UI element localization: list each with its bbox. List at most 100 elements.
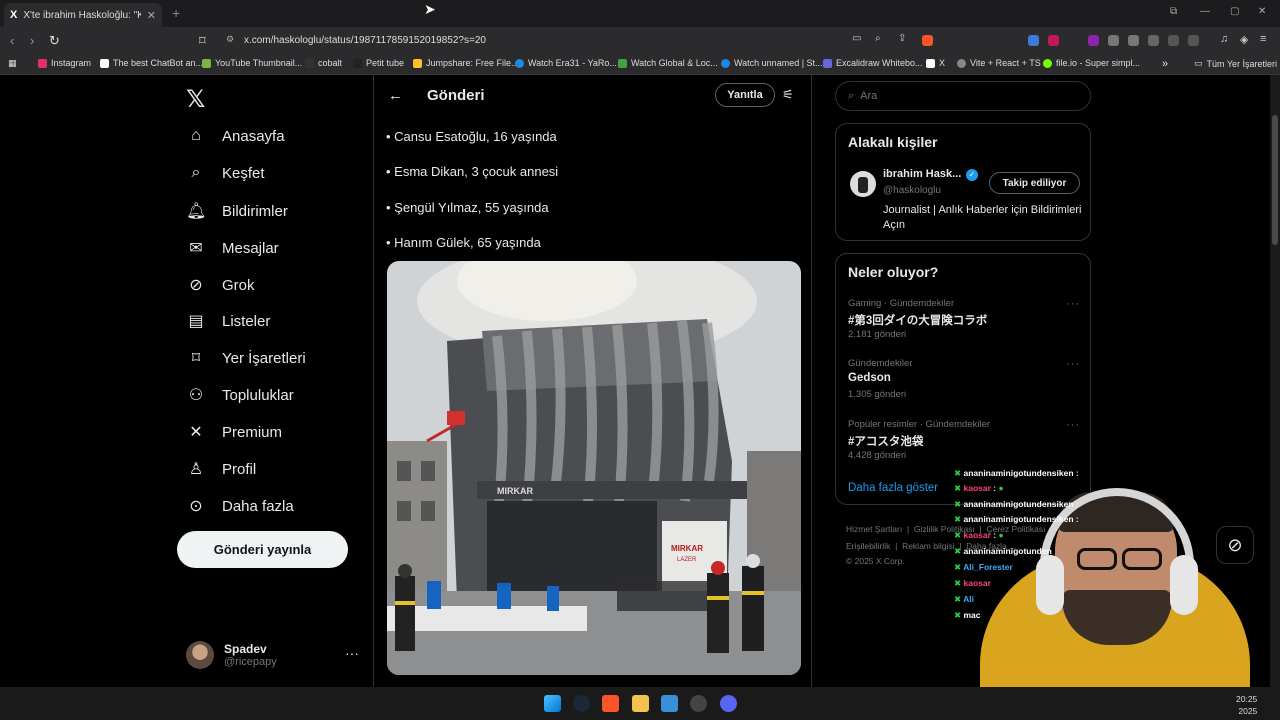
site-info-icon[interactable]: ⚙: [226, 34, 234, 45]
obs-icon[interactable]: [690, 695, 707, 712]
extension-icon-6[interactable]: [1148, 35, 1159, 46]
bookmark-item[interactable]: Vite + React + TS: [957, 58, 1041, 68]
x-logo-icon[interactable]: 𝕏: [186, 85, 205, 114]
windows-start-icon[interactable]: [544, 695, 561, 712]
photos-icon[interactable]: [661, 695, 678, 712]
settings-sliders-icon[interactable]: ⚟: [782, 87, 794, 103]
menu-icon[interactable]: ≡: [1260, 33, 1266, 45]
bookmark-item[interactable]: file.io - Super simpl...: [1043, 58, 1140, 68]
minimize-button[interactable]: —: [1200, 6, 1210, 17]
os-taskbar: 20:25 2025: [0, 687, 1280, 720]
extension-icon-2[interactable]: [1048, 35, 1059, 46]
bookmark-item[interactable]: The best ChatBot an...: [100, 58, 203, 68]
trend-more-icon[interactable]: ···: [1066, 358, 1080, 370]
reload-icon[interactable]: ↻: [49, 33, 60, 49]
back-nav-icon[interactable]: ‹: [10, 33, 14, 48]
nav-explore[interactable]: ⌕ Keşfet: [186, 164, 265, 182]
bookmark-item[interactable]: Watch Era31 - YaRo...: [515, 58, 617, 68]
discord-icon[interactable]: [720, 695, 737, 712]
zoom-icon[interactable]: ⌕: [875, 33, 881, 44]
trend-more-icon[interactable]: ···: [1066, 298, 1080, 310]
extensions-icon[interactable]: ⧉: [1170, 6, 1177, 17]
system-clock[interactable]: 20:25 2025: [1236, 693, 1257, 717]
page-scrollbar[interactable]: [1270, 75, 1280, 687]
bookmark-item[interactable]: YouTube Thumbnail...: [202, 58, 302, 68]
bookmark-item[interactable]: Excalidraw Whitebo...: [823, 58, 923, 68]
bookmark-item[interactable]: cobalt: [305, 58, 342, 68]
following-button[interactable]: Takip ediliyor: [989, 172, 1080, 194]
brave-browser-icon[interactable]: [602, 695, 619, 712]
trend-name[interactable]: #第3回ダイの大冒険コラボ: [848, 312, 987, 328]
vpn-icon[interactable]: ◈: [1240, 33, 1248, 46]
browser-tab-bar: X X'te ibrahim Haskoloğlu: "Kocae ✕ + ⧉ …: [0, 0, 1280, 27]
account-switcher[interactable]: Spadev @ricepapy: [186, 641, 277, 669]
show-more-link[interactable]: Daha fazla göster: [848, 482, 938, 494]
bookmark-item[interactable]: X: [926, 58, 945, 68]
bookmark-item[interactable]: Watch Global & Loc...: [618, 58, 718, 68]
nav-label: Bildirimler: [222, 202, 288, 220]
new-tab-button[interactable]: +: [172, 5, 180, 21]
close-tab-icon[interactable]: ✕: [147, 9, 156, 22]
cast-icon[interactable]: ▭: [852, 33, 861, 44]
post-photo[interactable]: MIRKAR MIRKAR LAZER: [387, 261, 801, 675]
steam-icon[interactable]: [573, 695, 590, 712]
scroll-thumb[interactable]: [1272, 115, 1278, 245]
bookmark-item[interactable]: Jumpshare: Free File...: [413, 58, 519, 68]
maximize-button[interactable]: ▢: [1230, 6, 1239, 17]
extension-icon-1[interactable]: [1028, 35, 1039, 46]
nav-home[interactable]: ⌂ Anasayfa: [186, 127, 284, 145]
trend-more-icon[interactable]: ···: [1066, 419, 1080, 431]
bookmark-item[interactable]: Instagram: [38, 58, 91, 68]
sidebar-icon[interactable]: [1188, 35, 1199, 46]
bookmark-label: Watch unnamed | St...: [734, 58, 823, 68]
browser-tab[interactable]: X X'te ibrahim Haskoloğlu: "Kocae ✕: [4, 3, 162, 27]
file-explorer-icon[interactable]: [632, 695, 649, 712]
nav-notifications[interactable]: 🔔︎ Bildirimler: [186, 201, 288, 221]
forward-nav-icon[interactable]: ›: [30, 33, 34, 48]
extension-icon-4[interactable]: [1108, 35, 1119, 46]
related-name[interactable]: ibrahim Hask...: [883, 168, 961, 180]
nav-communities[interactable]: ⚇ Topluluklar: [186, 385, 294, 405]
more-bookmarks-icon[interactable]: »: [1162, 58, 1168, 70]
verified-badge-icon: ✓: [966, 169, 978, 181]
nav-premium[interactable]: ✕ Premium: [186, 422, 282, 442]
bookmark-page-icon[interactable]: ⌑: [199, 33, 206, 49]
grok-floating-button[interactable]: ⊘: [1216, 526, 1254, 564]
extension-icon-5[interactable]: [1128, 35, 1139, 46]
trend-name[interactable]: #アコスタ池袋: [848, 433, 923, 449]
trend-name[interactable]: Gedson: [848, 372, 891, 384]
nav-messages[interactable]: ✉ Mesajlar: [186, 238, 278, 258]
account-more-icon[interactable]: ···: [345, 645, 359, 661]
nav-bookmarks[interactable]: ⌑ Yer İşaretleri: [186, 348, 306, 368]
url-bar[interactable]: ⚙ x.com/haskologlu/status/19871178591520…: [222, 31, 942, 49]
nav-grok[interactable]: ⊘ Grok: [186, 275, 254, 295]
apps-icon[interactable]: ▦: [8, 58, 17, 69]
share-icon[interactable]: ⇪: [898, 33, 906, 44]
communities-icon: ⚇: [188, 387, 204, 404]
reply-button[interactable]: Yanıtla: [715, 83, 775, 107]
chat-user: ananinaminigotundensiken: [963, 514, 1074, 524]
nav-profile[interactable]: ♙ Profil: [186, 459, 256, 479]
brave-shield-icon[interactable]: [922, 35, 933, 46]
nav-more[interactable]: ⊙ Daha fazla: [186, 496, 293, 516]
footer-link[interactable]: Erişilebilirlik: [846, 541, 890, 551]
extension-icon-3[interactable]: [1088, 35, 1099, 46]
avatar[interactable]: [850, 171, 876, 197]
mail-icon: ✉: [189, 240, 203, 257]
bookmark-label: Instagram: [51, 58, 92, 68]
music-icon[interactable]: ♫: [1220, 33, 1228, 45]
back-arrow-icon[interactable]: ←: [388, 87, 403, 104]
folder-icon: ▭: [1194, 58, 1203, 68]
nav-lists[interactable]: ▤ Listeler: [186, 311, 270, 331]
footer-link[interactable]: Hizmet Şartları: [846, 524, 902, 534]
close-window-button[interactable]: ✕: [1258, 6, 1266, 17]
post-button[interactable]: Gönderi yayınla: [177, 531, 348, 568]
footer-link[interactable]: Reklam bilgisi: [902, 541, 954, 551]
bookmark-item[interactable]: Petit tube: [353, 58, 404, 68]
all-bookmarks-folder[interactable]: ▭ Tüm Yer İşaretleri: [1194, 58, 1277, 69]
search-input[interactable]: ⌕ Ara: [835, 81, 1091, 111]
nav-label: Profil: [222, 460, 257, 478]
extensions-menu-icon[interactable]: [1168, 35, 1179, 46]
bookmark-label: Jumpshare: Free File...: [426, 58, 519, 68]
bookmark-item[interactable]: Watch unnamed | St...: [721, 58, 823, 68]
